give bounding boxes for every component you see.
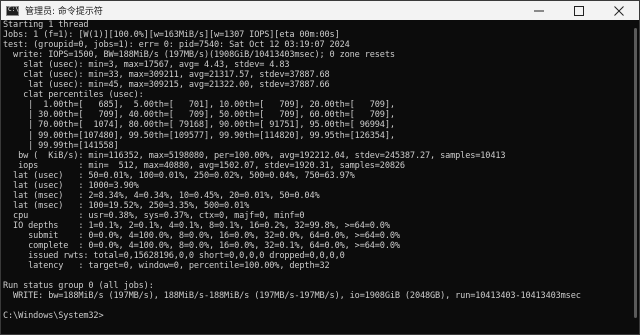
close-button[interactable]: [599, 1, 639, 20]
terminal-line: test: (groupid=0, jobs=1): err= 0: pid=7…: [3, 40, 350, 51]
terminal-line: Run status group 0 (all jobs):: [3, 281, 154, 292]
terminal-line: clat percentiles (usec):: [3, 90, 144, 101]
minimize-icon: [534, 10, 544, 11]
terminal-line: latency : target=0, window=0, percentile…: [3, 261, 330, 272]
terminal-line: bw ( KiB/s): min=116352, max=5198080, pe…: [3, 150, 506, 161]
terminal-line: submit : 0=0.0%, 4=100.0%, 8=0.0%, 16=0.…: [3, 230, 400, 241]
terminal-line: cpu : usr=0.38%, sys=0.37%, ctx=0, majf=…: [3, 210, 305, 221]
scrollbar-thumb[interactable]: [634, 28, 637, 318]
terminal-line: | 70.00th=[ 1074], 80.00th=[ 79168], 90.…: [3, 120, 395, 131]
terminal-output[interactable]: Starting 1 thread Jobs: 1 (f=1): [W(1)][1…: [3, 20, 627, 334]
minimize-button[interactable]: [519, 1, 559, 20]
terminal-line: lat (msec) : 100=19.52%, 250=3.35%, 500=…: [3, 200, 250, 211]
maximize-icon: [574, 5, 584, 16]
terminal-line: C:\Windows\System32>: [3, 311, 104, 322]
cmd-window: C:\ 管理员: 命令提示符 Starting 1 thread Jobs: 1…: [0, 0, 640, 335]
terminal-line: lat (usec): min=45, max=309215, avg=2132…: [3, 80, 330, 91]
window-title: 管理员: 命令提示符: [25, 7, 103, 17]
terminal-line: lat (usec) : 50=0.01%, 100=0.01%, 250=0.…: [3, 170, 355, 181]
terminal-line: issued rwts: total=0,15628196,0,0 short=…: [3, 251, 345, 262]
title-bar[interactable]: C:\ 管理员: 命令提示符: [1, 1, 639, 20]
command-prompt-icon[interactable]: C:\: [6, 5, 19, 16]
terminal-line: iops : min= 512, max=40880, avg=1502.07,…: [3, 160, 405, 171]
terminal-line: WRITE: bw=188MiB/s (197MB/s), 188MiB/s-1…: [3, 291, 581, 302]
terminal-line: | 99.99th=[141558]: [3, 140, 119, 151]
terminal-line: IO depths : 1=0.1%, 2=0.1%, 4=0.1%, 8=0.…: [3, 220, 390, 231]
vertical-scrollbar[interactable]: [634, 26, 637, 326]
terminal-line: | 1.00th=[ 685], 5.00th=[ 701], 10.00th=…: [3, 100, 395, 111]
terminal-line: clat (usec): min=33, max=309211, avg=213…: [3, 70, 330, 81]
terminal-line: Starting 1 thread: [3, 20, 89, 30]
terminal-line: complete : 0=0.0%, 4=100.0%, 8=0.0%, 16=…: [3, 241, 400, 252]
window-controls: [519, 1, 639, 20]
maximize-button[interactable]: [559, 1, 599, 20]
terminal-line: lat (msec) : 2=8.34%, 4=0.34%, 10=0.45%,…: [3, 190, 320, 201]
terminal-line: Jobs: 1 (f=1): [W(1)][100.0%][w=163MiB/s…: [3, 30, 340, 41]
command-prompt-icon-glyph: C:\: [8, 5, 19, 13]
terminal-line: slat (usec): min=3, max=17567, avg= 4.43…: [3, 60, 290, 71]
terminal-line: | 30.00th=[ 709], 40.00th=[ 709], 50.00t…: [3, 110, 395, 121]
terminal-line: lat (usec) : 1000=3.90%: [3, 180, 139, 191]
close-icon: [614, 5, 624, 16]
terminal-line: | 99.00th=[107480], 99.50th=[109577], 99…: [3, 130, 395, 141]
terminal-line: write: IOPS=1500, BW=188MiB/s (197MB/s)(…: [3, 50, 395, 61]
